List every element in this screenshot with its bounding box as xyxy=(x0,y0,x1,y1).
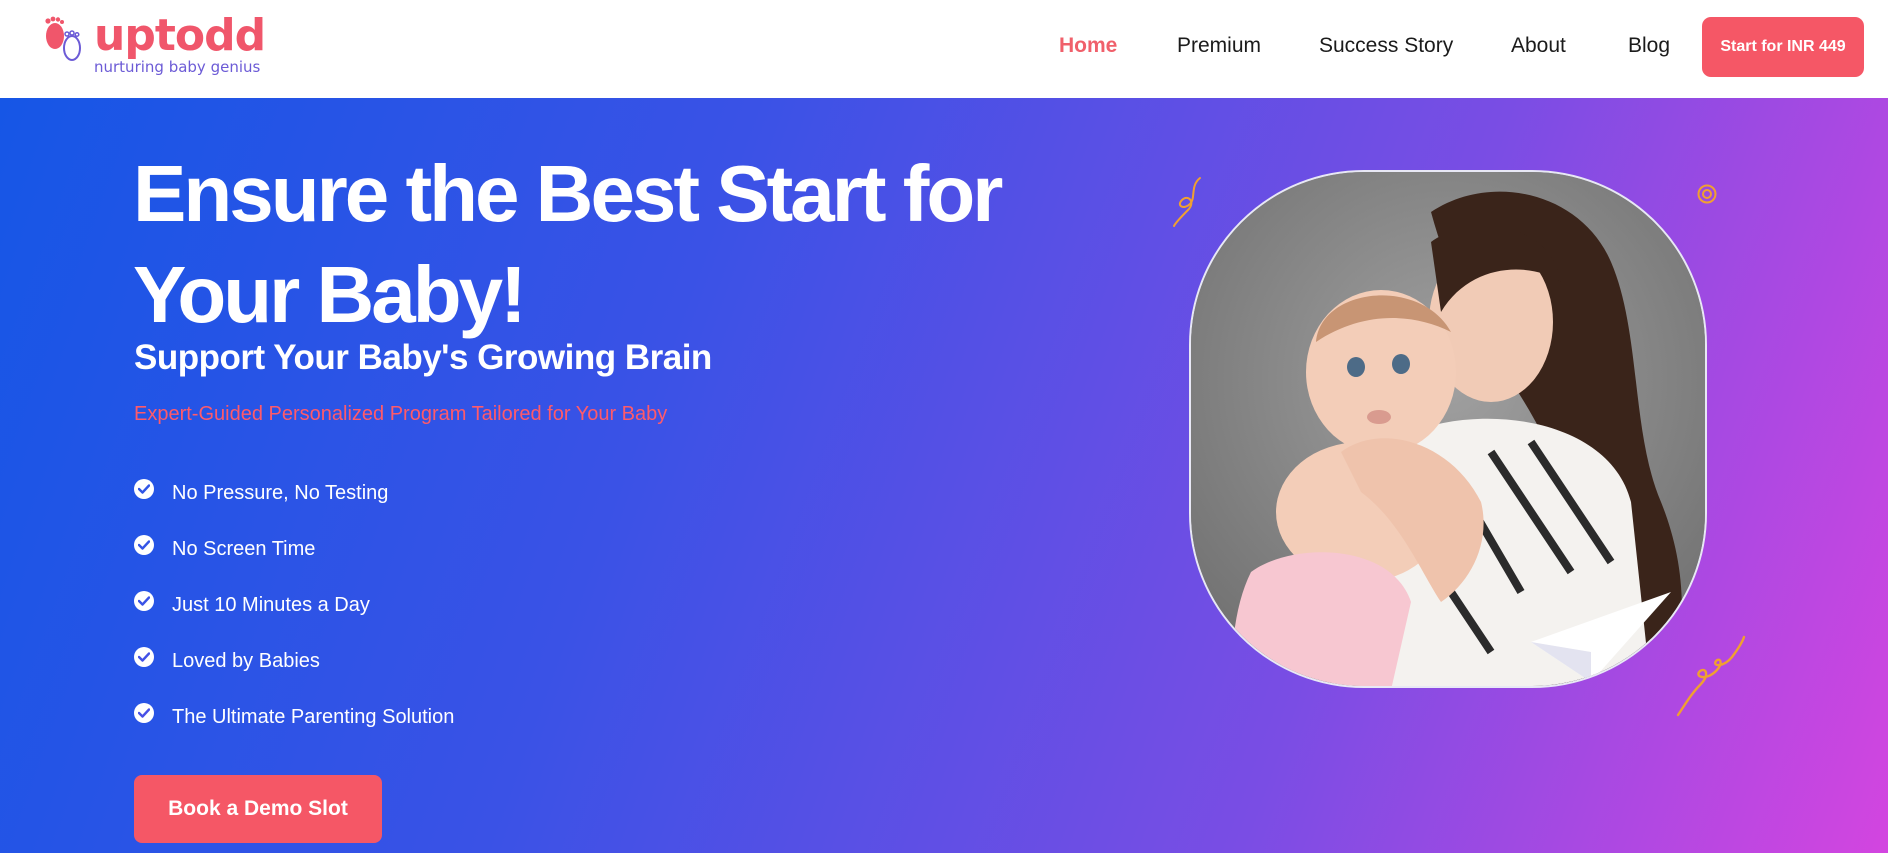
check-circle-icon xyxy=(134,703,154,723)
feature-text: Just 10 Minutes a Day xyxy=(172,593,370,616)
book-demo-button[interactable]: Book a Demo Slot xyxy=(134,775,382,843)
check-circle-icon xyxy=(134,647,154,667)
feature-text: No Pressure, No Testing xyxy=(172,481,389,504)
feature-text: Loved by Babies xyxy=(172,649,320,672)
feature-item: Just 10 Minutes a Day xyxy=(134,590,370,620)
feature-item: The Ultimate Parenting Solution xyxy=(134,702,454,732)
hero-subtitle: Support Your Baby's Growing Brain xyxy=(134,338,712,377)
nav-premium[interactable]: Premium xyxy=(1177,34,1261,58)
squiggle-decoration-icon xyxy=(1676,635,1746,717)
hero-tagline: Expert-Guided Personalized Program Tailo… xyxy=(134,403,668,425)
check-circle-icon xyxy=(134,479,154,499)
brand-name: uptodd xyxy=(94,10,266,61)
check-circle-icon xyxy=(134,535,154,555)
baby-feet-icon xyxy=(45,16,81,61)
mother-baby-illustration xyxy=(1191,172,1705,686)
ring-decoration-icon xyxy=(1697,184,1717,204)
brand-tagline: nurturing baby genius xyxy=(94,58,261,76)
site-header: uptodd nurturing baby genius Home Premiu… xyxy=(0,0,1888,98)
mother-baby-photo xyxy=(1189,170,1707,688)
nav-home[interactable]: Home xyxy=(1059,34,1117,58)
check-circle-icon xyxy=(134,591,154,611)
brand-logo[interactable]: uptodd nurturing baby genius xyxy=(42,10,266,80)
squiggle-decoration-icon xyxy=(1173,177,1201,227)
feature-text: No Screen Time xyxy=(172,537,316,560)
nav-blog[interactable]: Blog xyxy=(1628,34,1670,58)
nav-success-story[interactable]: Success Story xyxy=(1319,34,1453,58)
nav-about[interactable]: About xyxy=(1511,34,1566,58)
feature-item: No Screen Time xyxy=(134,534,315,564)
start-cta-button[interactable]: Start for INR 449 xyxy=(1702,17,1864,77)
hero-section: Ensure the Best Start for Your Baby! Sup… xyxy=(0,98,1888,853)
hero-title: Ensure the Best Start for Your Baby! xyxy=(133,149,1003,339)
feature-text: The Ultimate Parenting Solution xyxy=(172,705,455,728)
feature-item: Loved by Babies xyxy=(134,646,320,676)
feature-item: No Pressure, No Testing xyxy=(134,478,388,508)
